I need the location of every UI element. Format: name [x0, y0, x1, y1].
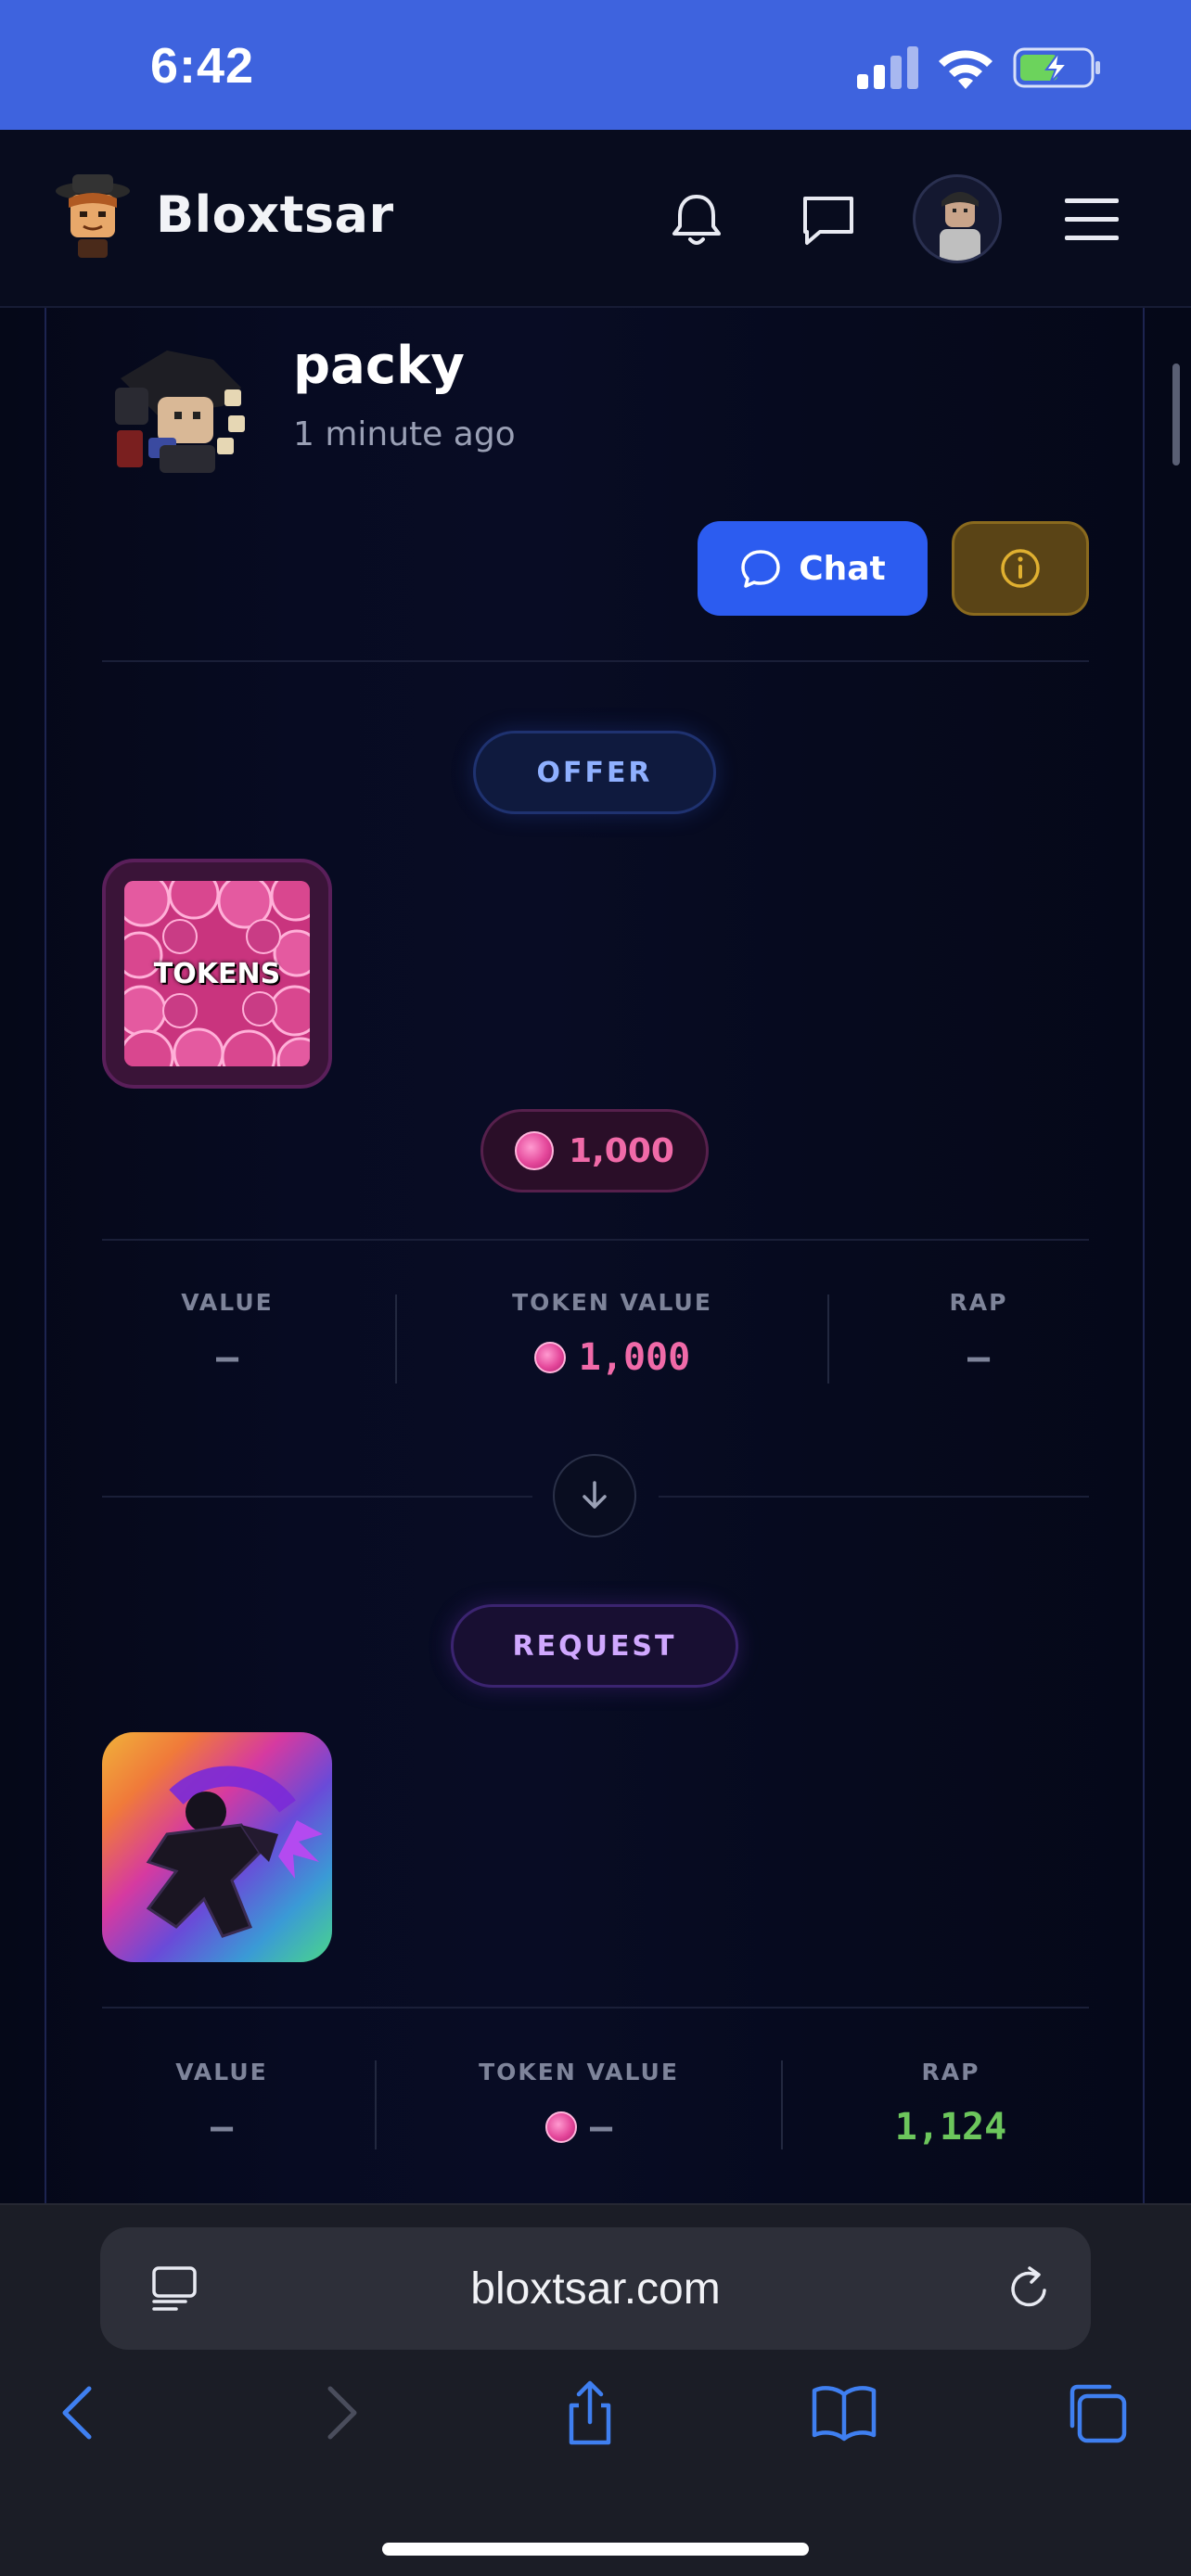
stat-separator — [827, 1294, 829, 1384]
share-icon[interactable] — [555, 2378, 625, 2448]
stat-separator — [395, 1294, 397, 1384]
scrollbar[interactable] — [1172, 363, 1180, 465]
token-coin-icon — [515, 1131, 555, 1170]
offer-item-tokens[interactable]: TOKENS — [102, 859, 332, 1089]
stat-value-row: 1,000 — [482, 1336, 742, 1379]
status-time: 6:42 — [150, 38, 255, 94]
request-section-label: REQUEST — [451, 1604, 738, 1688]
tabs-overview-icon[interactable] — [1061, 2378, 1132, 2448]
wifi-icon — [939, 50, 992, 89]
offer-amount-pill: 1,000 — [480, 1109, 709, 1192]
browser-toolbar: bloxtsar.com — [0, 2203, 1191, 2576]
divider-right — [659, 1496, 1089, 1498]
status-bar: 6:42 — [0, 0, 1191, 130]
divider — [102, 2007, 1089, 2009]
stat-label: TOKEN VALUE — [479, 2059, 679, 2085]
stat-separator — [781, 2060, 783, 2149]
divider-left — [102, 1496, 532, 1498]
message-icon[interactable] — [796, 187, 861, 252]
trader-username[interactable]: packy — [293, 336, 465, 396]
stat-value: 1,000 — [578, 1336, 691, 1379]
stat-value: – — [210, 2106, 234, 2149]
arrow-down-button — [553, 1454, 636, 1537]
divider — [102, 660, 1089, 662]
offer-stat-rap: RAP – — [909, 1289, 1048, 1379]
bookmarks-icon[interactable] — [809, 2378, 879, 2448]
stat-value-row: – — [449, 2106, 709, 2149]
user-avatar[interactable] — [102, 341, 262, 480]
divider — [102, 1239, 1089, 1241]
tokens-item-label: TOKENS — [153, 957, 281, 990]
info-icon — [1001, 549, 1040, 588]
signal-icon — [857, 46, 918, 89]
offer-amount: 1,000 — [569, 1131, 674, 1170]
stat-value: – — [215, 1336, 239, 1379]
token-coin-icon — [544, 2111, 577, 2143]
offer-stat-value: VALUE – — [139, 1289, 315, 1379]
home-indicator — [382, 2543, 809, 2556]
stat-label: RAP — [949, 1289, 1008, 1316]
back-icon[interactable] — [45, 2378, 115, 2448]
tokens-image: TOKENS — [124, 881, 310, 1066]
info-button[interactable] — [952, 521, 1089, 616]
stat-label: VALUE — [181, 1289, 274, 1316]
battery-icon — [1013, 47, 1100, 88]
stat-value: 1,124 — [894, 2106, 1007, 2149]
offer-stat-token-value: TOKEN VALUE 1,000 — [482, 1289, 742, 1379]
chat-button[interactable]: Chat — [698, 521, 928, 616]
request-item-image — [146, 1766, 323, 1938]
stat-label: RAP — [921, 2059, 980, 2085]
stat-separator — [375, 2060, 377, 2149]
token-coin-icon — [533, 1342, 566, 1373]
bell-icon[interactable] — [664, 187, 729, 252]
address-bar[interactable]: bloxtsar.com — [100, 2227, 1091, 2350]
stat-label: TOKEN VALUE — [512, 1289, 712, 1316]
profile-avatar-image — [940, 192, 980, 261]
site-header: Bloxtsar — [0, 130, 1191, 308]
request-item[interactable] — [102, 1732, 332, 1962]
url-text: bloxtsar.com — [470, 2264, 721, 2314]
request-stat-value: VALUE – — [134, 2059, 310, 2149]
menu-icon[interactable] — [1063, 193, 1121, 245]
request-stat-rap: RAP 1,124 — [872, 2059, 1030, 2149]
trade-timestamp: 1 minute ago — [293, 415, 516, 453]
chat-bubble-icon — [741, 550, 780, 588]
stat-label: VALUE — [175, 2059, 268, 2085]
forward-icon[interactable] — [304, 2378, 375, 2448]
logo-avatar[interactable] — [46, 171, 139, 263]
offer-section-label: OFFER — [473, 731, 716, 814]
brand-name[interactable]: Bloxtsar — [156, 185, 394, 244]
arrow-down-icon — [583, 1481, 607, 1509]
stat-value: – — [967, 1336, 991, 1379]
request-stat-token-value: TOKEN VALUE – — [449, 2059, 709, 2149]
profile-avatar[interactable] — [913, 174, 1002, 263]
reload-icon[interactable] — [1004, 2263, 1056, 2315]
trade-content: packy 1 minute ago Chat OFFER TOKENS 1,0… — [0, 308, 1191, 2203]
chat-button-label: Chat — [799, 549, 886, 588]
stat-value: – — [589, 2106, 613, 2149]
